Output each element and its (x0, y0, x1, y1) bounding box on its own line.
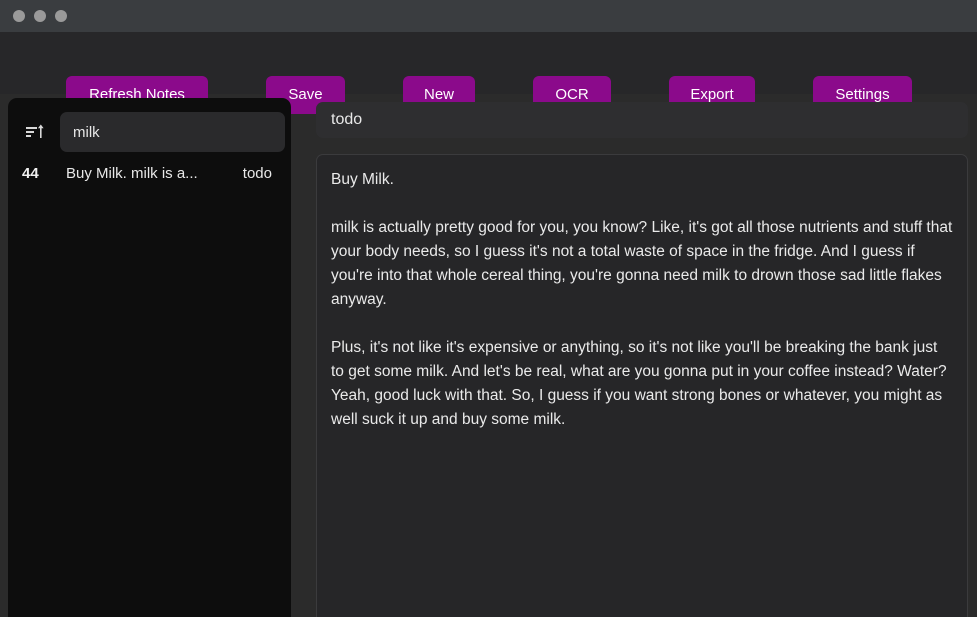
list-item[interactable]: 44 Buy Milk. milk is a... todo (8, 160, 291, 187)
note-tag: todo (243, 165, 277, 182)
title-bar (0, 0, 977, 32)
note-editor-panel: Buy Milk. milk is actually pretty good f… (303, 94, 969, 617)
app-window: Refresh Notes Save New OCR Export Settin… (0, 0, 977, 617)
note-content-editor[interactable]: Buy Milk. milk is actually pretty good f… (316, 154, 968, 617)
body-area: 44 Buy Milk. milk is a... todo Buy Milk.… (0, 94, 977, 617)
sort-ascending-icon[interactable] (22, 119, 48, 145)
toolbar: Refresh Notes Save New OCR Export Settin… (0, 32, 977, 94)
notes-sidebar: 44 Buy Milk. milk is a... todo (8, 98, 291, 617)
search-input[interactable] (60, 112, 285, 152)
minimize-window-button[interactable] (34, 10, 46, 22)
note-list: 44 Buy Milk. milk is a... todo (8, 152, 291, 187)
maximize-window-button[interactable] (55, 10, 67, 22)
window-controls (13, 10, 67, 22)
close-window-button[interactable] (13, 10, 25, 22)
note-title-input[interactable] (316, 102, 968, 138)
note-title: Buy Milk. milk is a... (66, 165, 243, 182)
note-id: 44 (22, 165, 66, 182)
sidebar-search-bar (8, 98, 291, 152)
